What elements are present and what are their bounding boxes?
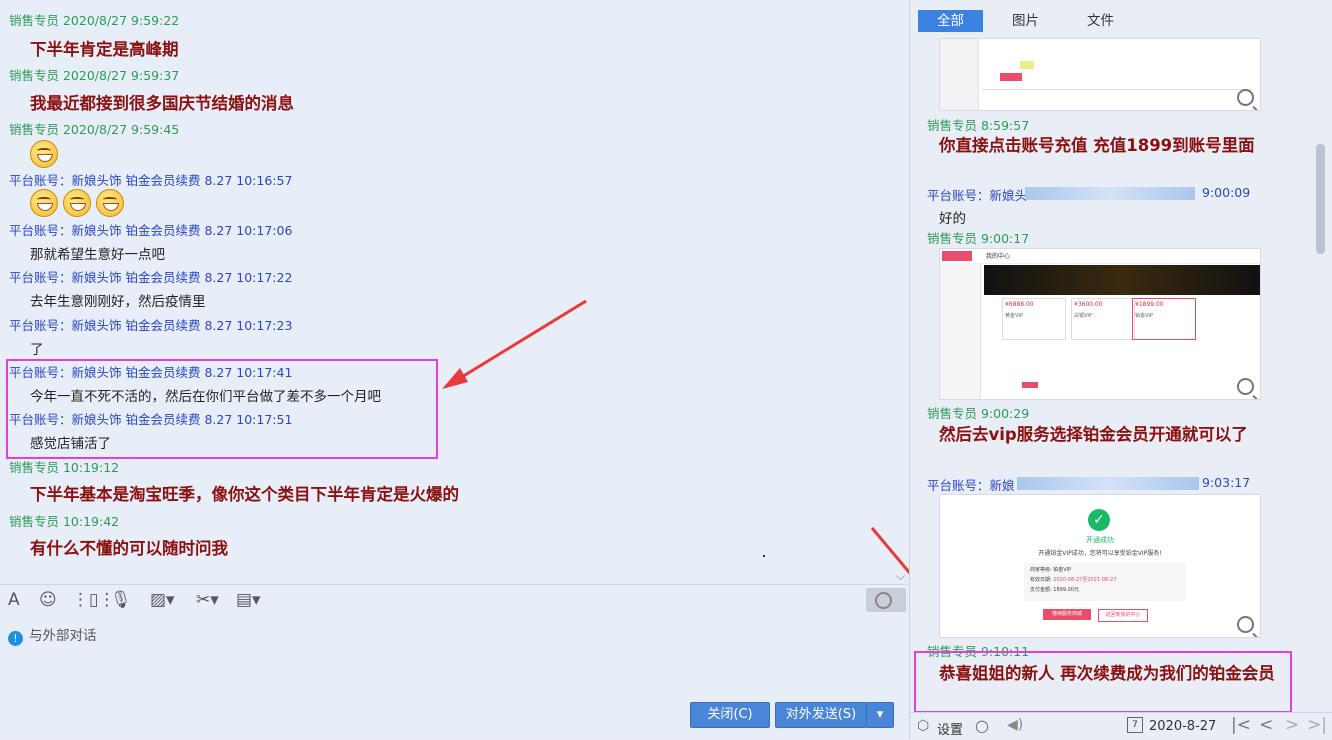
last-page-icon[interactable]: >|: [1307, 715, 1327, 735]
message-history-icon[interactable]: ▤▾: [236, 590, 261, 610]
zoom-icon[interactable]: [1237, 378, 1254, 395]
message-text: 好的: [939, 211, 966, 227]
svg-text:⌵: ⌵: [896, 569, 905, 583]
message-sender: 销售专员 9:00:17: [927, 231, 1030, 246]
search-icon[interactable]: ○: [975, 716, 989, 735]
info-icon: !: [8, 631, 23, 646]
history-tabs: 全部 图片 文件: [918, 10, 1318, 32]
send-button[interactable]: 对外发送(S): [775, 702, 867, 728]
check-icon: ✓: [1088, 509, 1110, 531]
image-thumbnail[interactable]: ✓ 开通成功 开通铂金VIP成功，您将可以享受铂金VIP服务! 商家等级: 铂金…: [939, 494, 1261, 638]
close-button[interactable]: 关闭(C): [690, 702, 770, 728]
arrow-head-icon: [442, 368, 468, 389]
send-options-button[interactable]: ▾: [866, 702, 894, 728]
message-text: 你直接点击账号充值 充值1899到账号里面: [939, 136, 1255, 155]
tab-images[interactable]: 图片: [998, 10, 1053, 32]
emoji-icon[interactable]: ☺: [39, 590, 57, 610]
image-thumbnail[interactable]: 我的中心 ¥6888.00 黄金VIP ¥3600.00 白银VIP ¥1899…: [939, 248, 1261, 400]
redacted-blur: [1025, 187, 1195, 200]
previous-page-icon[interactable]: <: [1259, 715, 1273, 735]
date-label[interactable]: 2020-8-27: [1149, 719, 1216, 734]
chevron-down-icon: ▾: [876, 707, 884, 722]
composer-toolbar: [0, 584, 908, 617]
clock-icon: [875, 592, 892, 609]
tab-all[interactable]: 全部: [918, 10, 983, 32]
arrow-line: [451, 299, 587, 385]
zoom-icon[interactable]: [1237, 89, 1254, 106]
settings-icon[interactable]: ⬡: [917, 718, 929, 734]
image-thumbnail[interactable]: [939, 38, 1261, 111]
message-sender: 销售专员 9:00:29: [927, 406, 1030, 421]
screenshot-icon[interactable]: ✂▾: [196, 590, 219, 610]
font-icon[interactable]: A: [8, 590, 20, 610]
zoom-icon[interactable]: [1237, 616, 1254, 633]
settings-label[interactable]: 设置: [937, 719, 963, 738]
tip-label: 与外部对话: [29, 628, 97, 644]
external-chat-tip: ! 与外部对话: [8, 624, 97, 646]
message-text: 然后去vip服务选择铂金会员开通就可以了: [939, 425, 1248, 444]
highlight-box: [914, 651, 1292, 713]
microphone-icon[interactable]: 🎙: [110, 590, 132, 610]
scrollbar-thumb[interactable]: [1316, 144, 1325, 254]
calendar-icon[interactable]: 7: [1127, 717, 1143, 733]
message-sender: 平台账号：新娘头 9:00:09: [927, 185, 1251, 203]
history-footer: ⬡ 设置 ○ ◀) 7 2020-8-27 |< < > >|: [909, 712, 1332, 740]
speaker-icon[interactable]: ◀): [1007, 717, 1023, 733]
tab-files[interactable]: 文件: [1073, 10, 1128, 32]
image-icon[interactable]: ▨▾: [150, 590, 175, 610]
shake-icon[interactable]: ⋮▯⋮: [72, 590, 115, 610]
history-clock-button[interactable]: [866, 588, 906, 612]
redacted-blur: [1017, 477, 1199, 490]
first-page-icon[interactable]: |<: [1231, 715, 1251, 735]
history-scrollbar[interactable]: [1315, 40, 1325, 700]
message-sender: 平台账号：新娘 9:03:17: [927, 475, 1251, 493]
next-page-icon[interactable]: >: [1285, 715, 1299, 735]
message-sender: 销售专员 8:59:57: [927, 118, 1030, 133]
